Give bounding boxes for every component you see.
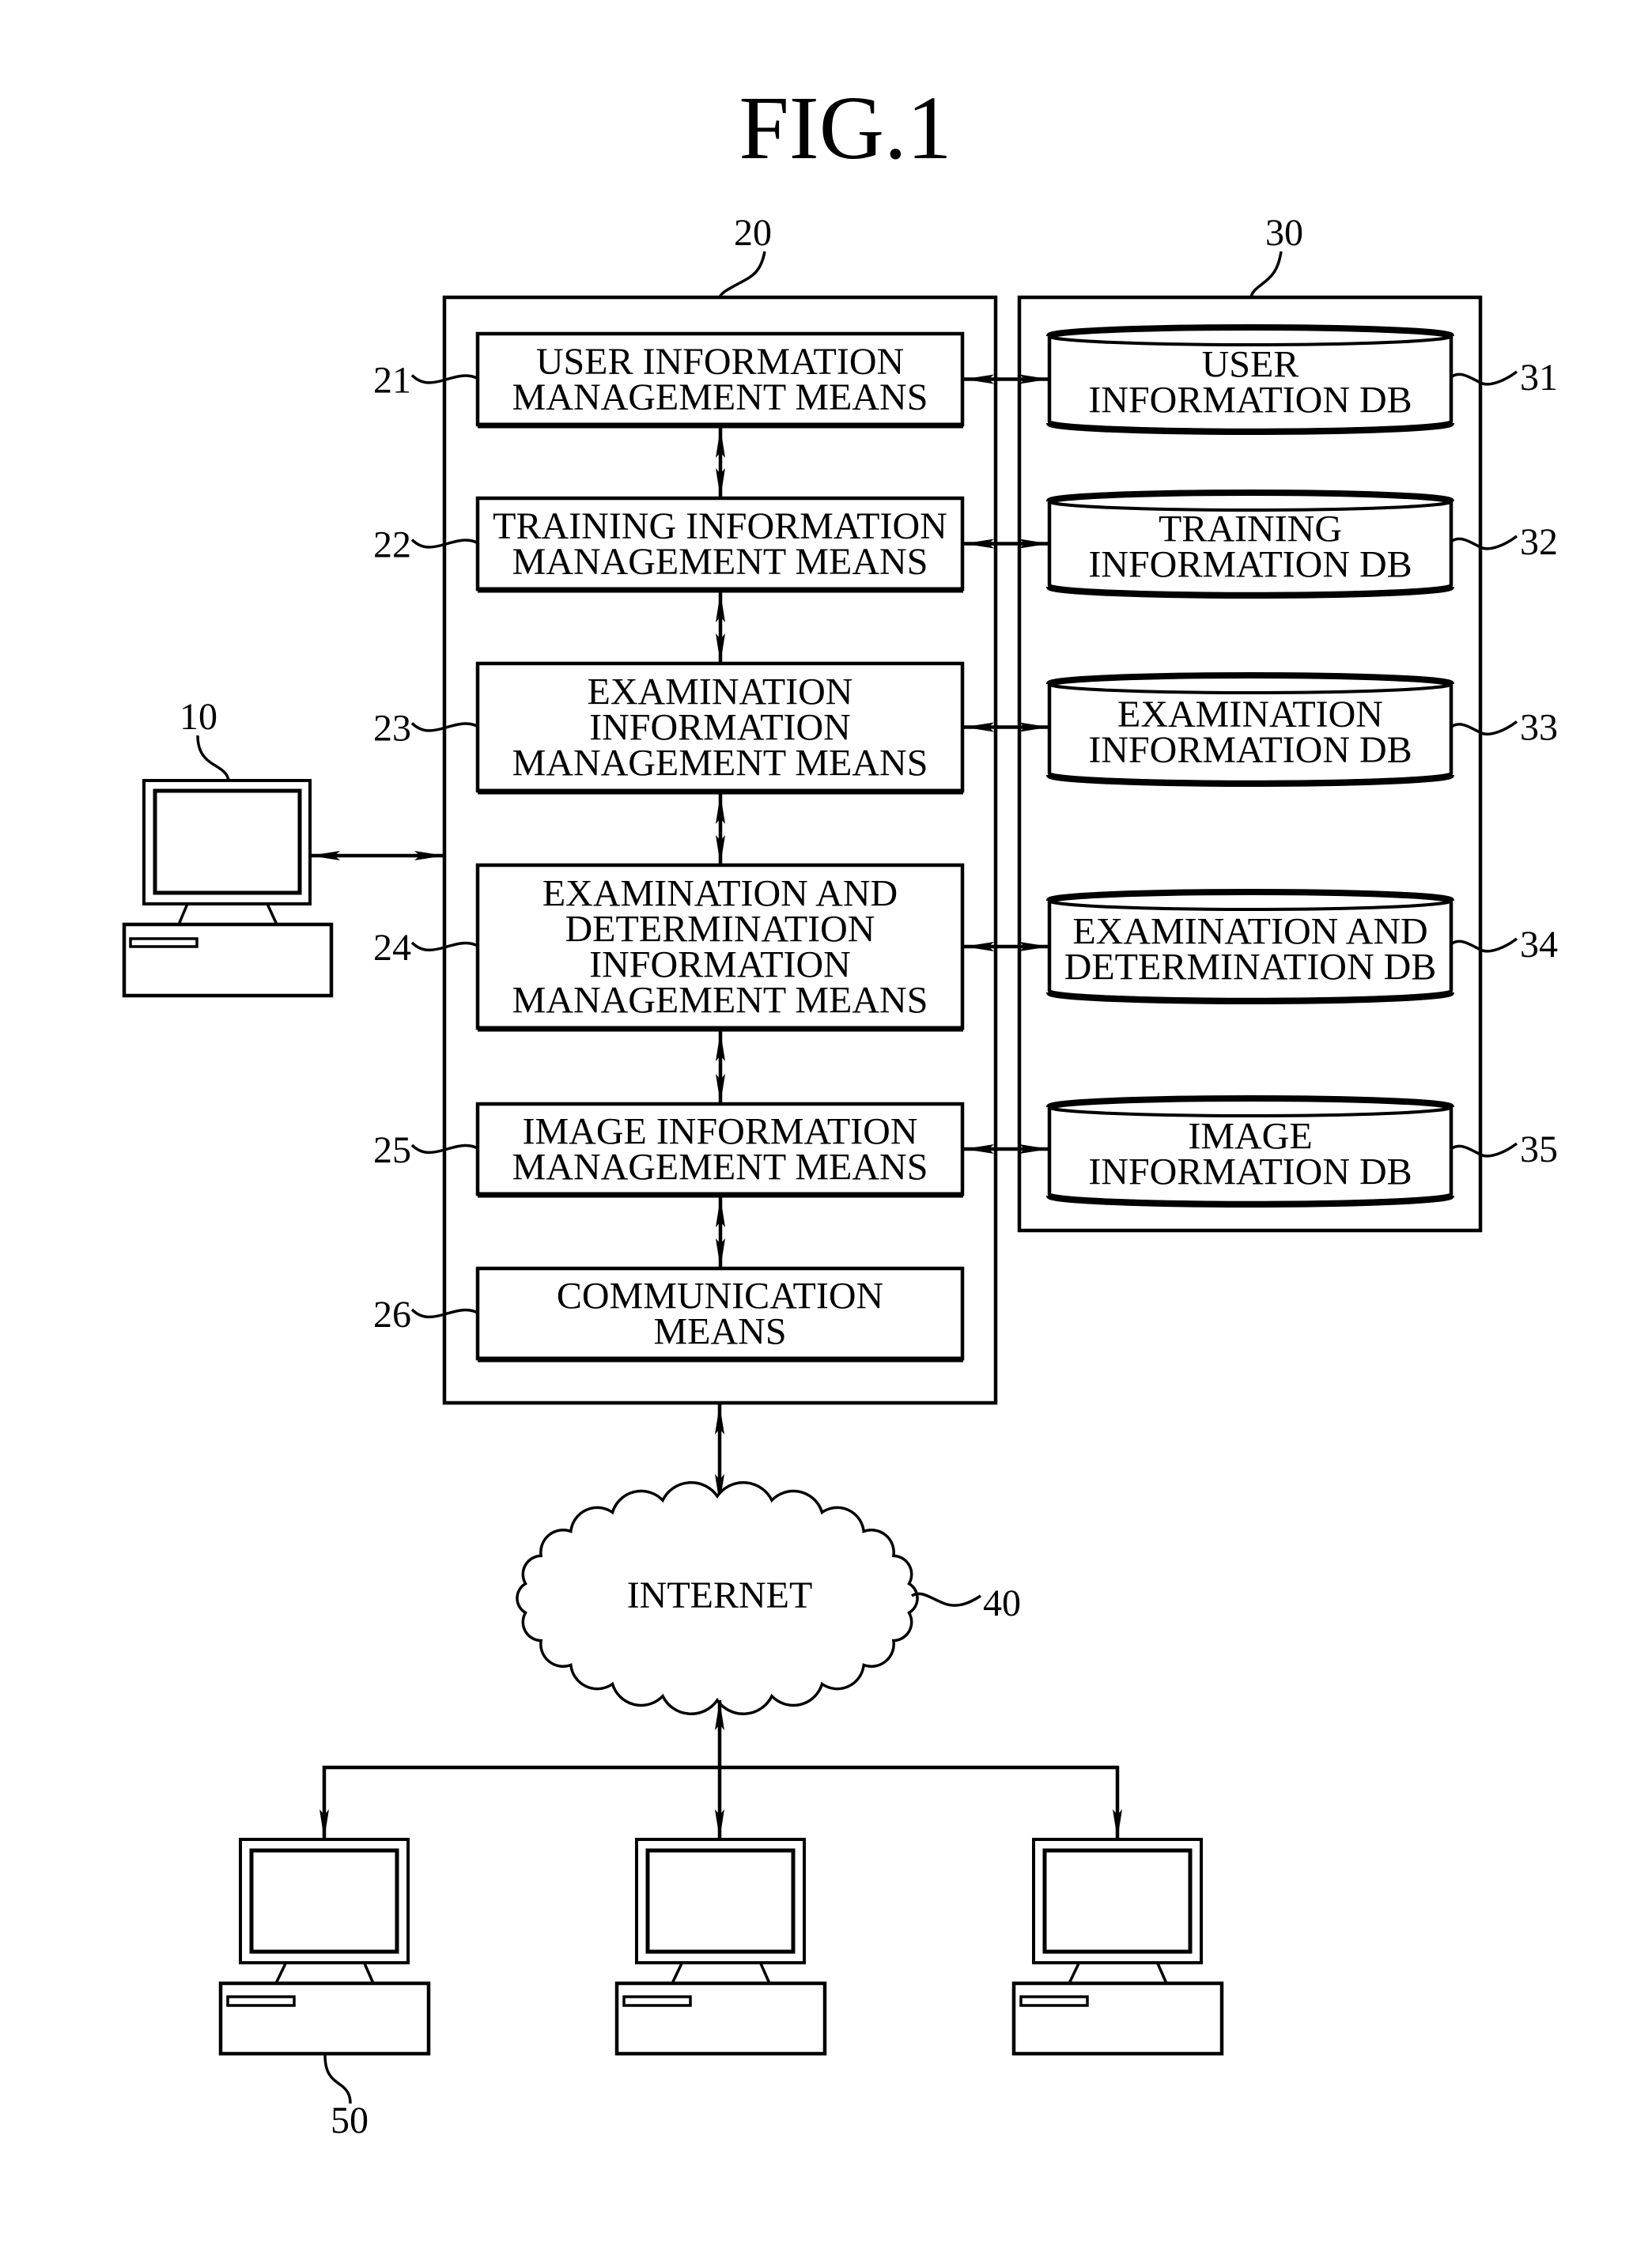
monitor-screen: [1042, 1848, 1193, 1954]
db-label-line: DETERMINATION DB: [1064, 947, 1437, 988]
ref-label-21: 21: [373, 360, 411, 402]
ref-label-34: 34: [1520, 924, 1558, 966]
ref-label-50: 50: [331, 2100, 369, 2141]
module-label-line: MANAGEMENT MEANS: [512, 743, 928, 784]
db-label-line: INFORMATION DB: [1088, 544, 1412, 586]
leader-10: [196, 735, 230, 781]
leader-30: [1249, 251, 1283, 298]
ref-label-24: 24: [373, 927, 411, 969]
ref-label-35: 35: [1520, 1128, 1558, 1170]
computer-icon: [614, 1838, 827, 2056]
monitor-stand-left: [1068, 1963, 1080, 1984]
monitor-screen: [249, 1848, 399, 1954]
ref-label-30: 30: [1265, 212, 1303, 254]
drive-slot: [129, 937, 198, 948]
ref-label-40: 40: [983, 1582, 1021, 1624]
db-label-line: INFORMATION DB: [1088, 729, 1412, 771]
ref-label-25: 25: [373, 1129, 411, 1171]
monitor-screen: [645, 1848, 796, 1954]
drive-slot: [622, 1995, 692, 2007]
monitor-stand-left: [177, 903, 189, 925]
computer-base: [122, 922, 334, 998]
drive-slot: [226, 1995, 296, 2007]
ref-label-33: 33: [1520, 707, 1558, 749]
module-label-line: MANAGEMENT MEANS: [512, 980, 928, 1022]
distribution-network: [319, 1700, 1122, 1839]
figure-title: FIG.1: [739, 77, 951, 178]
system-block-diagram: FIG.1 20 30 USER INFORMATION MANAGEMENT M…: [122, 77, 1558, 2141]
monitor-stand-right: [266, 903, 278, 925]
module-label-line: MANAGEMENT MEANS: [512, 1147, 928, 1189]
module-label: IMAGE INFORMATION MANAGEMENT MEANS: [512, 1111, 928, 1189]
internet-cloud: INTERNET 40: [516, 1481, 1021, 1715]
leader-20: [718, 251, 766, 298]
ref-label-32: 32: [1520, 521, 1558, 563]
computer-icon: [1011, 1838, 1224, 2056]
db-cylinder-32: TRAINING INFORMATION DB: [1046, 490, 1454, 599]
db-cylinder-33: EXAMINATION INFORMATION DB: [1046, 672, 1454, 787]
module-label: USER INFORMATION MANAGEMENT MEANS: [512, 341, 928, 418]
leader-50: [323, 2054, 352, 2104]
module-box-25: IMAGE INFORMATION MANAGEMENT MEANS: [475, 1102, 965, 1198]
module-box-26: COMMUNICATION MEANS: [475, 1266, 965, 1363]
internet-label: INTERNET: [627, 1574, 813, 1616]
computer-icon: [218, 1838, 431, 2056]
monitor-stand-right: [1156, 1963, 1168, 1984]
ref-label-23: 23: [373, 708, 411, 750]
module-label: TRAINING INFORMATION MANAGEMENT MEANS: [493, 505, 947, 583]
module-label: EXAMINATION AND DETERMINATION INFORMATION M…: [512, 873, 928, 1022]
ref-label-10: 10: [180, 696, 217, 738]
db-cylinder-35: IMAGE INFORMATION DB: [1046, 1095, 1454, 1208]
module-box-24: EXAMINATION AND DETERMINATION INFORMATION M…: [475, 863, 965, 1032]
monitor-stand-left: [274, 1963, 287, 1984]
db-label-line: INFORMATION DB: [1088, 1151, 1412, 1193]
db-label: EXAMINATION INFORMATION DB: [1088, 694, 1412, 771]
module-label-line: MANAGEMENT MEANS: [512, 376, 928, 418]
ref-label-26: 26: [373, 1294, 411, 1336]
db-label-line: INFORMATION DB: [1088, 380, 1412, 421]
monitor-stand-right: [759, 1963, 771, 1984]
computer-icon: [122, 779, 334, 998]
ref-label-31: 31: [1520, 357, 1558, 399]
user-terminal-2: [614, 1838, 827, 2056]
module-box-22: TRAINING INFORMATION MANAGEMENT MEANS: [475, 496, 965, 593]
monitor-stand-left: [671, 1963, 683, 1984]
user-terminals: [218, 1838, 1224, 2056]
computer-base: [614, 1981, 827, 2056]
module-box-21: USER INFORMATION MANAGEMENT MEANS: [475, 331, 965, 429]
computer-base: [1011, 1981, 1224, 2056]
computer-base: [218, 1981, 431, 2056]
module-label-line: MEANS: [653, 1311, 786, 1353]
leader-40: [911, 1592, 981, 1607]
db-cylinder-31: USER INFORMATION DB: [1046, 324, 1454, 435]
monitor-stand-right: [363, 1963, 375, 1984]
ref-label-20: 20: [734, 212, 772, 254]
db-cylinder-34: EXAMINATION AND DETERMINATION DB: [1046, 889, 1454, 1004]
user-terminal-3: [1011, 1838, 1224, 2056]
db-label: EXAMINATION AND DETERMINATION DB: [1064, 911, 1437, 988]
ref-label-22: 22: [373, 524, 411, 566]
module-box-23: EXAMINATION INFORMATION MANAGEMENT MEANS: [475, 661, 965, 795]
user-terminal-1: [218, 1838, 431, 2056]
drive-slot: [1019, 1995, 1089, 2007]
module-label-line: MANAGEMENT MEANS: [512, 541, 928, 583]
monitor-screen: [153, 788, 302, 895]
